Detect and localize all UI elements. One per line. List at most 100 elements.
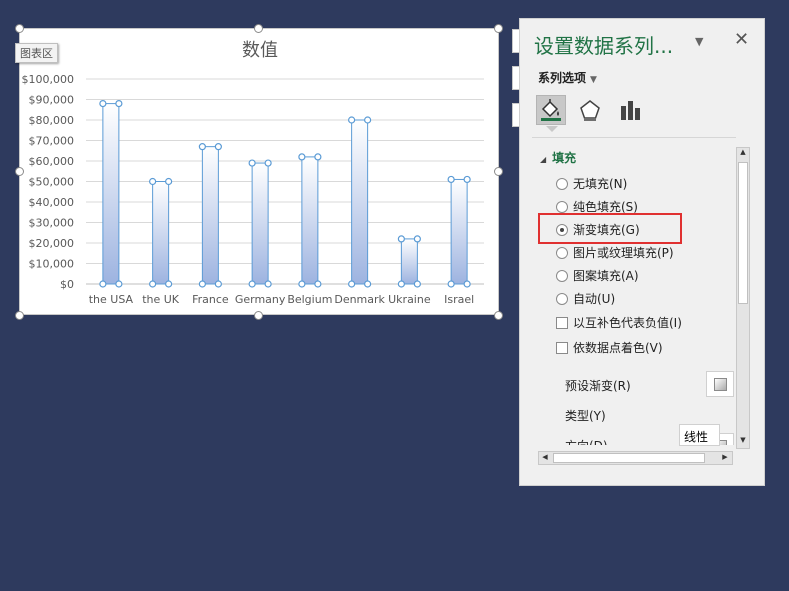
- bar[interactable]: [201, 146, 219, 285]
- x-tick-label: the UK: [142, 293, 180, 306]
- bar-selection-handle[interactable]: [149, 177, 157, 186]
- resize-handle-top-left[interactable]: [15, 24, 24, 33]
- option-label: 无填充(N): [573, 177, 628, 191]
- bar-selection-handle[interactable]: [198, 280, 206, 288]
- checkbox-vary-colors[interactable]: 依数据点着色(V): [556, 339, 663, 356]
- bar-selection-handle[interactable]: [248, 159, 256, 167]
- scroll-up-arrow-icon[interactable]: ▲: [737, 148, 749, 156]
- bar-selection-handle[interactable]: [99, 280, 107, 288]
- bar-selection-handle[interactable]: [165, 280, 173, 288]
- bar-selection-handle[interactable]: [214, 143, 222, 151]
- bar-selection-handle[interactable]: [447, 280, 455, 288]
- bar-selection-handle[interactable]: [413, 235, 421, 243]
- series-options-menu[interactable]: 系列选项 ▼: [538, 69, 597, 86]
- close-icon[interactable]: ✕: [734, 29, 749, 50]
- chevron-down-icon[interactable]: ▼: [695, 35, 703, 48]
- bar-selection-handle[interactable]: [99, 99, 107, 108]
- bar-selection-handle[interactable]: [447, 175, 455, 184]
- bar-selection-handle[interactable]: [314, 280, 322, 288]
- scrollbar-thumb[interactable]: [738, 162, 748, 304]
- bar-selection-handle[interactable]: [364, 280, 372, 288]
- checkbox[interactable]: [556, 341, 568, 354]
- scroll-right-arrow-icon[interactable]: ▶: [719, 453, 731, 461]
- bar-selection-handle[interactable]: [413, 280, 421, 288]
- bar[interactable]: [400, 238, 418, 285]
- fill-section-header[interactable]: ◢ 填充: [540, 149, 576, 166]
- bar-selection-handle[interactable]: [248, 280, 256, 288]
- scrollbar-thumb[interactable]: [553, 453, 705, 463]
- bar-selection-handle[interactable]: [463, 175, 471, 184]
- resize-handle-left[interactable]: [15, 167, 24, 176]
- bar[interactable]: [152, 181, 170, 285]
- radio-button[interactable]: [556, 246, 568, 259]
- bar-selection-handle[interactable]: [264, 280, 272, 288]
- y-tick-label: $60,000: [29, 155, 75, 168]
- radio-pattern-fill[interactable]: 图案填充(A): [556, 267, 639, 284]
- horizontal-scrollbar[interactable]: ◀ ▶: [538, 451, 733, 465]
- radio-button[interactable]: [556, 200, 568, 213]
- gradient-type-select[interactable]: 线性: [679, 424, 720, 446]
- bar-selection-handle[interactable]: [397, 280, 405, 288]
- checkbox-label: 以互补色代表负值(I): [573, 316, 682, 330]
- bar-selection-handle[interactable]: [397, 235, 405, 243]
- fill-line-tab[interactable]: [536, 95, 566, 125]
- y-tick-label: $70,000: [29, 135, 75, 148]
- bar-selection-handle[interactable]: [198, 143, 206, 151]
- radio-automatic[interactable]: 自动(U): [556, 290, 615, 307]
- radio-button[interactable]: [556, 177, 568, 190]
- bar[interactable]: [301, 156, 319, 285]
- bar-selection-handle[interactable]: [314, 153, 322, 161]
- bar-selection-handle[interactable]: [348, 280, 356, 288]
- x-tick-label: Denmark: [334, 293, 385, 306]
- bar[interactable]: [251, 162, 269, 285]
- option-label: 图片或纹理填充(P): [573, 246, 674, 260]
- chart-title[interactable]: 数值: [242, 40, 278, 61]
- preset-gradient-button[interactable]: [706, 371, 734, 397]
- bar-chart: 数值 $0 $10,000 $20,000 $30,000 $40,000 $50,000…: [22, 40, 484, 306]
- direction-label: 方向(D): [565, 437, 608, 445]
- resize-handle-right[interactable]: [494, 167, 503, 176]
- bar-selection-handle[interactable]: [165, 177, 173, 186]
- resize-handle-bottom[interactable]: [254, 311, 263, 320]
- pane-divider: [532, 137, 736, 138]
- chart-area-tooltip: 图表区: [15, 43, 58, 63]
- pane-scroll-region[interactable]: ◢ 填充 无填充(N) 纯色填充(S) 渐变填充(G) 图片或纹理填充(P) 图案…: [534, 145, 734, 445]
- bar-selection-handle[interactable]: [149, 280, 157, 288]
- vertical-scrollbar[interactable]: ▲ ▼: [736, 147, 750, 449]
- radio-no-fill[interactable]: 无填充(N): [556, 175, 627, 192]
- x-tick-label: the USA: [89, 293, 134, 306]
- bar-selection-handle[interactable]: [463, 280, 471, 288]
- bar-selection-handle[interactable]: [364, 116, 372, 124]
- effects-tab[interactable]: [575, 95, 605, 125]
- y-tick-label: $90,000: [29, 94, 75, 107]
- bar-selection-handle[interactable]: [214, 280, 222, 288]
- bar[interactable]: [450, 178, 468, 285]
- chart-area[interactable]: 数值 $0 $10,000 $20,000 $30,000 $40,000 $50,000…: [19, 28, 499, 315]
- highlight-box: [538, 213, 682, 244]
- bar-selection-handle[interactable]: [115, 280, 123, 288]
- bar-selection-handle[interactable]: [298, 153, 306, 161]
- resize-handle-bottom-right[interactable]: [494, 311, 503, 320]
- y-tick-label: $100,000: [22, 73, 75, 86]
- gradient-swatch-icon: [713, 377, 727, 391]
- scroll-down-arrow-icon[interactable]: ▼: [737, 436, 749, 444]
- resize-handle-top-right[interactable]: [494, 24, 503, 33]
- series-options-tab[interactable]: [615, 95, 645, 125]
- bar[interactable]: [102, 103, 120, 285]
- bar[interactable]: [351, 119, 369, 285]
- bar-selection-handle[interactable]: [348, 116, 356, 124]
- checkbox-label: 依数据点着色(V): [573, 341, 663, 355]
- scroll-left-arrow-icon[interactable]: ◀: [539, 453, 551, 461]
- radio-picture-fill[interactable]: 图片或纹理填充(P): [556, 244, 674, 261]
- checkbox-invert-negative[interactable]: 以互补色代表负值(I): [556, 314, 682, 331]
- radio-button[interactable]: [556, 269, 568, 282]
- bar-selection-handle[interactable]: [115, 99, 123, 108]
- radio-button[interactable]: [556, 292, 568, 305]
- resize-handle-top[interactable]: [254, 24, 263, 33]
- resize-handle-bottom-left[interactable]: [15, 311, 24, 320]
- bar-selection-handle[interactable]: [298, 280, 306, 288]
- preset-gradient-label: 预设渐变(R): [565, 379, 631, 393]
- bar-selection-handle[interactable]: [264, 159, 272, 167]
- y-tick-label: $50,000: [29, 176, 75, 189]
- checkbox[interactable]: [556, 316, 568, 329]
